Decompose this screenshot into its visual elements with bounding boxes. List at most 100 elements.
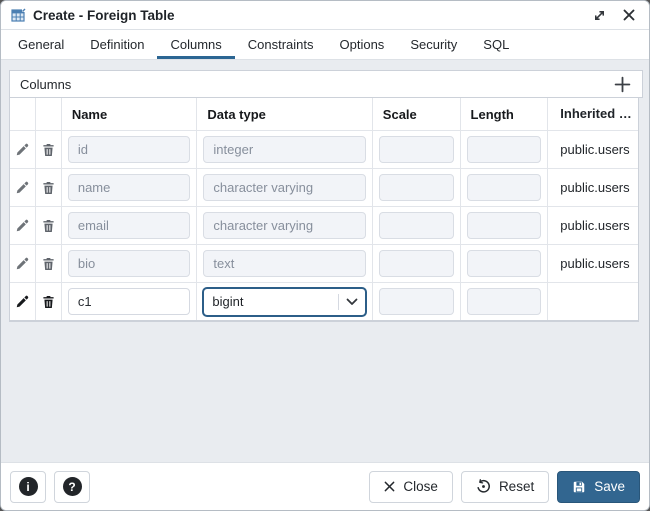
data-type-cell [197, 245, 373, 282]
name-cell [62, 131, 198, 168]
delete-row-cell [36, 131, 62, 168]
edit-row-button[interactable] [10, 207, 35, 244]
reset-button[interactable]: Reset [460, 470, 550, 503]
columns-panel-header: Columns [9, 70, 643, 98]
select-separator [337, 293, 339, 310]
data-type-input[interactable] [203, 250, 366, 277]
scale-input[interactable] [378, 136, 454, 163]
trash-icon [42, 219, 55, 233]
tab-bar: General Definition Columns Constraints Optio… [1, 30, 649, 60]
close-icon[interactable] [621, 7, 637, 23]
create-foreign-table-dialog: Create - Foreign Table General Definition… [0, 0, 650, 511]
scale-cell [373, 207, 461, 244]
data-type-cell [197, 207, 373, 244]
column-name-input[interactable] [67, 288, 191, 315]
table-icon [11, 7, 26, 23]
scale-input[interactable] [378, 250, 454, 277]
column-name-input[interactable] [67, 212, 191, 239]
pencil-icon [15, 219, 29, 233]
length-cell [461, 283, 549, 320]
data-type-input[interactable] [203, 136, 366, 163]
tab-sql[interactable]: SQL [470, 30, 522, 59]
name-cell [62, 245, 198, 282]
dialog-body: Columns Name Data type Scale Length Inhe… [1, 60, 649, 462]
scale-header: Scale [373, 98, 461, 130]
edit-row-button[interactable] [10, 245, 35, 282]
maximize-icon[interactable] [591, 7, 608, 24]
scale-cell [373, 169, 461, 206]
column-name-input[interactable] [67, 174, 191, 201]
save-button[interactable]: Save [557, 470, 640, 503]
save-button-label: Save [594, 479, 625, 494]
length-cell [461, 245, 549, 282]
dialog-footer: i ? Close Reset Save [1, 462, 649, 510]
column-name-input[interactable] [67, 136, 191, 163]
info-icon: i [18, 477, 38, 496]
close-button[interactable]: Close [369, 470, 453, 503]
pencil-icon [15, 295, 29, 309]
length-input[interactable] [466, 250, 542, 277]
scale-cell [373, 283, 461, 320]
grid-header-row: Name Data type Scale Length Inherited Fr… [10, 98, 638, 131]
edit-row-cell [10, 131, 36, 168]
delete-row-button[interactable] [36, 169, 61, 206]
length-input[interactable] [466, 136, 542, 163]
add-column-button[interactable] [610, 72, 634, 96]
help-button[interactable]: ? [54, 470, 90, 503]
length-input[interactable] [466, 288, 542, 315]
data-type-cell: bigint [197, 283, 373, 320]
length-cell [461, 207, 549, 244]
data-type-input[interactable] [203, 174, 366, 201]
inherited-from-value: public.users [560, 180, 630, 195]
delete-row-button[interactable] [36, 245, 61, 282]
tab-options[interactable]: Options [327, 30, 398, 59]
inherited-from-value: public.users [560, 256, 630, 271]
data-type-select[interactable]: bigint [202, 286, 367, 317]
column-name-input[interactable] [67, 250, 191, 277]
tab-security[interactable]: Security [397, 30, 470, 59]
info-button[interactable]: i [10, 470, 46, 503]
scale-input[interactable] [378, 174, 454, 201]
pencil-icon [15, 257, 29, 271]
edit-row-button[interactable] [10, 131, 35, 168]
edit-row-cell [10, 207, 36, 244]
trash-icon [42, 143, 55, 157]
tab-definition[interactable]: Definition [77, 30, 157, 59]
tab-columns[interactable]: Columns [157, 30, 235, 59]
length-cell [461, 131, 549, 168]
data-type-cell [197, 131, 373, 168]
trash-icon [42, 257, 55, 271]
trash-icon [42, 181, 55, 195]
name-cell [62, 207, 198, 244]
tab-constraints[interactable]: Constraints [235, 30, 327, 59]
delete-row-cell [36, 169, 62, 206]
delete-row-button[interactable] [36, 131, 61, 168]
delete-row-button[interactable] [36, 283, 61, 320]
length-header: Length [461, 98, 549, 130]
reset-button-label: Reset [498, 479, 535, 494]
delete-row-button[interactable] [36, 207, 61, 244]
scale-input[interactable] [378, 288, 454, 315]
table-row: public.users [10, 245, 638, 283]
tab-general[interactable]: General [5, 30, 77, 59]
name-header: Name [62, 98, 198, 130]
pencil-icon [15, 143, 29, 157]
inherited-from-value: public.users [560, 142, 630, 157]
data-type-header: Data type [197, 98, 373, 130]
edit-row-button[interactable] [10, 283, 35, 320]
edit-row-cell [10, 169, 36, 206]
inherited-from-header: Inherited From [560, 106, 638, 121]
scale-cell [373, 245, 461, 282]
scale-input[interactable] [378, 212, 454, 239]
table-row: bigint [10, 283, 638, 321]
data-type-input[interactable] [203, 212, 366, 239]
edit-row-button[interactable] [10, 169, 35, 206]
scale-cell [373, 131, 461, 168]
length-input[interactable] [466, 174, 542, 201]
pencil-icon [15, 181, 29, 195]
table-row: public.users [10, 169, 638, 207]
length-input[interactable] [466, 212, 542, 239]
table-row: public.users [10, 207, 638, 245]
edit-row-cell [10, 245, 36, 282]
data-type-cell [197, 169, 373, 206]
